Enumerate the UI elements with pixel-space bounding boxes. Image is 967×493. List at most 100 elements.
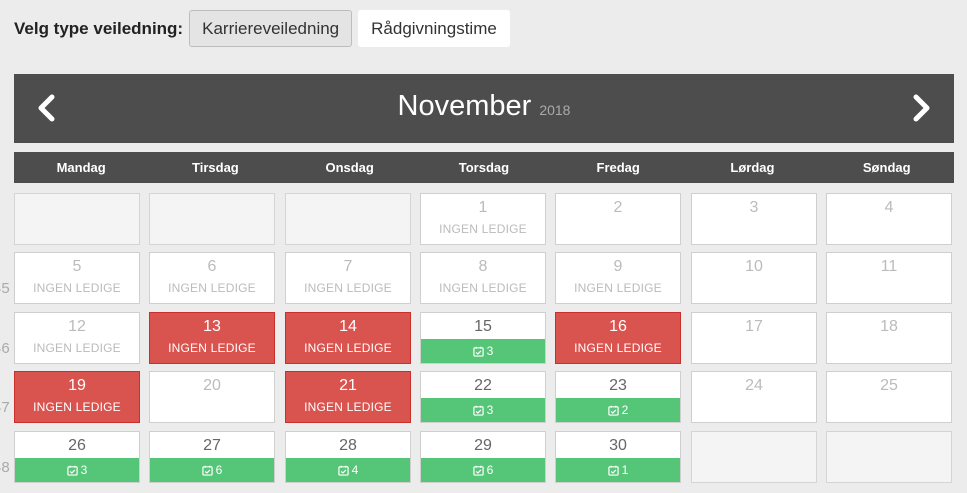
day-cell: 2 — [555, 193, 681, 245]
available-slots-badge[interactable]: 3 — [421, 398, 545, 422]
available-slots-badge[interactable]: 1 — [556, 458, 680, 482]
available-slots-badge[interactable]: 4 — [286, 458, 410, 482]
day-number: 5 — [72, 258, 82, 275]
day-cell[interactable]: 29 6 — [420, 431, 546, 483]
available-count: 1 — [621, 463, 629, 477]
weekday-label: Tirsdag — [192, 160, 239, 175]
empty-day-cell — [826, 431, 952, 483]
day-number: 15 — [474, 318, 492, 335]
day-number: 10 — [745, 258, 763, 275]
day-cell[interactable]: 19 INGEN LEDIGE — [14, 371, 140, 423]
availability-note: INGEN LEDIGE — [574, 281, 662, 295]
calendar-check-icon — [472, 346, 484, 357]
week-number: 47 — [0, 399, 10, 416]
available-slots-badge[interactable]: 6 — [150, 458, 274, 482]
day-cell: 1 INGEN LEDIGE — [420, 193, 546, 245]
type-selector: Velg type veiledning: Karriereveiledning… — [14, 10, 516, 47]
available-count: 4 — [351, 463, 359, 477]
day-cell: 9 INGEN LEDIGE — [555, 252, 681, 304]
week-number: 45 — [0, 280, 10, 297]
day-cell: 10 — [691, 252, 817, 304]
available-count: 6 — [215, 463, 223, 477]
day-cell: 6 INGEN LEDIGE — [149, 252, 275, 304]
day-number: 24 — [745, 377, 763, 394]
option-karriereveiledning-button[interactable]: Karriereveiledning — [189, 10, 353, 47]
day-number: 9 — [613, 258, 623, 275]
day-number: 29 — [474, 437, 492, 454]
availability-note: INGEN LEDIGE — [304, 281, 392, 295]
availability-note: INGEN LEDIGE — [574, 341, 662, 355]
available-slots-badge[interactable]: 3 — [421, 339, 545, 363]
day-number: 2 — [613, 199, 623, 216]
day-cell: 11 — [826, 252, 952, 304]
day-number: 22 — [474, 377, 492, 394]
day-number: 8 — [478, 258, 488, 275]
weekday-label: Mandag — [56, 160, 106, 175]
day-number: 3 — [749, 199, 759, 216]
availability-note: INGEN LEDIGE — [304, 400, 392, 414]
empty-day-cell — [149, 193, 275, 245]
chevron-right-icon[interactable] — [904, 92, 936, 124]
available-count: 3 — [80, 463, 88, 477]
day-cell: 20 — [149, 371, 275, 423]
day-cell[interactable]: 16 INGEN LEDIGE — [555, 312, 681, 364]
day-number: 11 — [880, 258, 898, 275]
day-cell[interactable]: 26 3 — [14, 431, 140, 483]
day-cell[interactable]: 30 1 — [555, 431, 681, 483]
day-number: 23 — [609, 377, 627, 394]
day-number: 13 — [203, 318, 221, 335]
day-number: 25 — [880, 377, 898, 394]
day-number: 17 — [745, 318, 763, 335]
day-cell[interactable]: 15 3 — [420, 312, 546, 364]
availability-note: INGEN LEDIGE — [33, 341, 121, 355]
availability-note: INGEN LEDIGE — [33, 400, 121, 414]
day-cell[interactable]: 13 INGEN LEDIGE — [149, 312, 275, 364]
day-cell[interactable]: 22 3 — [420, 371, 546, 423]
day-cell: 3 — [691, 193, 817, 245]
day-cell: 7 INGEN LEDIGE — [285, 252, 411, 304]
day-number: 14 — [339, 318, 357, 335]
availability-note: INGEN LEDIGE — [33, 281, 121, 295]
day-cell: 4 — [826, 193, 952, 245]
day-number: 7 — [343, 258, 353, 275]
calendar-check-icon — [607, 465, 619, 476]
day-cell: 5 INGEN LEDIGE — [14, 252, 140, 304]
day-number: 6 — [207, 258, 217, 275]
day-cell[interactable]: 23 2 — [555, 371, 681, 423]
day-number: 20 — [203, 377, 221, 394]
day-number: 18 — [880, 318, 898, 335]
week-number: 46 — [0, 340, 10, 357]
availability-note: INGEN LEDIGE — [439, 281, 527, 295]
weekday-label: Søndag — [862, 160, 911, 175]
availability-note: INGEN LEDIGE — [439, 222, 527, 236]
month-title: November 2018 — [14, 90, 954, 123]
weekday-label: Onsdag — [325, 160, 374, 175]
day-number: 28 — [339, 437, 357, 454]
day-number: 30 — [609, 437, 627, 454]
day-number: 19 — [68, 377, 86, 394]
day-cell[interactable]: 14 INGEN LEDIGE — [285, 312, 411, 364]
day-cell[interactable]: 28 4 — [285, 431, 411, 483]
availability-note: INGEN LEDIGE — [168, 341, 256, 355]
day-cell[interactable]: 27 6 — [149, 431, 275, 483]
day-number: 26 — [68, 437, 86, 454]
option-radgivningstime-button[interactable]: Rådgivningstime — [358, 10, 510, 47]
day-cell: 18 — [826, 312, 952, 364]
day-cell: 17 — [691, 312, 817, 364]
available-slots-badge[interactable]: 3 — [15, 458, 139, 482]
day-cell[interactable]: 21 INGEN LEDIGE — [285, 371, 411, 423]
availability-note: INGEN LEDIGE — [304, 341, 392, 355]
day-cell: 25 — [826, 371, 952, 423]
available-slots-badge[interactable]: 2 — [556, 398, 680, 422]
calendar-check-icon — [337, 465, 349, 476]
day-number: 12 — [68, 318, 86, 335]
availability-note: INGEN LEDIGE — [168, 281, 256, 295]
day-number: 27 — [203, 437, 221, 454]
weekday-label: Torsdag — [458, 160, 510, 175]
available-slots-badge[interactable]: 6 — [421, 458, 545, 482]
empty-day-cell — [691, 431, 817, 483]
calendar-check-icon — [201, 465, 213, 476]
day-cell: 12 INGEN LEDIGE — [14, 312, 140, 364]
calendar-check-icon — [66, 465, 78, 476]
day-number: 4 — [884, 199, 894, 216]
